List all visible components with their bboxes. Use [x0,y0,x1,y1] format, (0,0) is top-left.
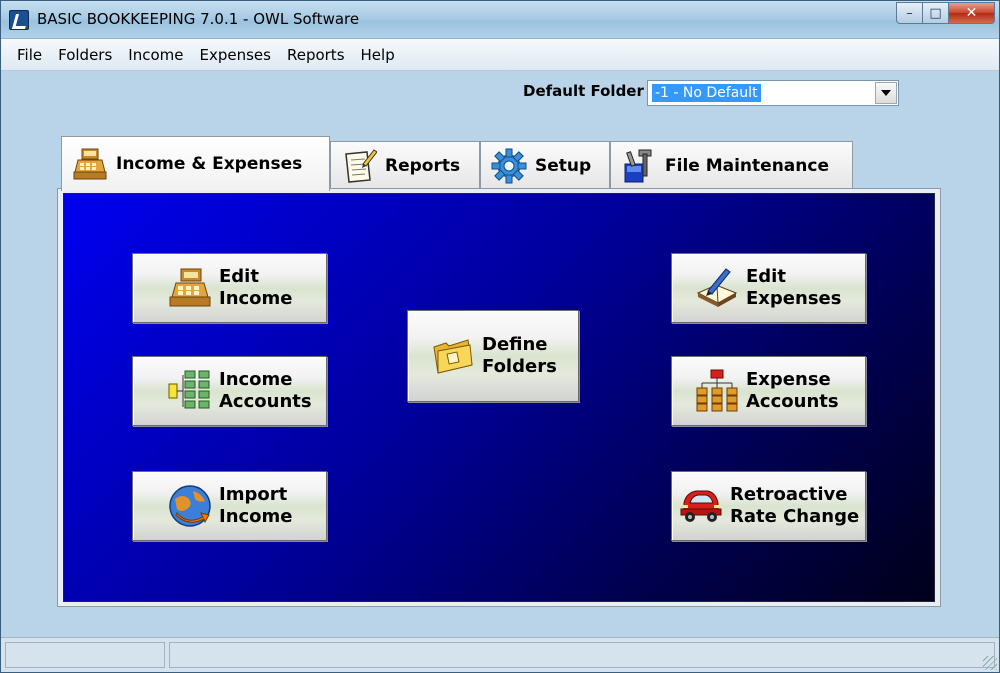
tree-icon [167,368,213,414]
retroactive-rate-change-button[interactable]: Retroactive Rate Change [671,471,866,541]
edit-income-button[interactable]: Edit Income [132,253,327,323]
import-income-line1: Import [219,484,288,505]
default-folder-select[interactable]: -1 - No Default [647,80,899,106]
car-icon [678,483,724,529]
define-folders-button[interactable]: Define Folders [407,310,579,402]
define-folders-line1: Define [482,334,548,355]
tab-reports-label: Reports [385,155,461,176]
menu-reports[interactable]: Reports [279,46,353,64]
retroactive-rate-change-label: Retroactive Rate Change [730,484,859,528]
globe-arrow-icon [167,483,213,529]
main-window: BASIC BOOKKEEPING 7.0.1 - OWL Software –… [0,0,1000,673]
resize-grip-icon[interactable] [983,656,997,670]
edit-expenses-line2: Expenses [746,288,842,309]
folder-icon [430,333,476,379]
minimize-button[interactable]: – [896,2,923,24]
tools-icon [621,148,657,184]
title-bar[interactable]: BASIC BOOKKEEPING 7.0.1 - OWL Software –… [1,1,999,39]
menu-income[interactable]: Income [120,46,191,64]
expense-accounts-line2: Accounts [746,391,839,412]
status-bar [1,637,999,672]
income-accounts-label: Income Accounts [219,369,312,413]
cash-register-icon [72,146,108,182]
import-income-button[interactable]: Import Income [132,471,327,541]
chevron-down-icon[interactable] [875,82,897,104]
define-folders-label: Define Folders [482,334,557,378]
menu-folders[interactable]: Folders [50,46,120,64]
import-income-line2: Income [219,506,293,527]
tab-income-expenses[interactable]: Income & Expenses [61,136,330,191]
menu-help[interactable]: Help [353,46,403,64]
income-accounts-button[interactable]: Income Accounts [132,356,327,426]
retroactive-line2: Rate Change [730,506,860,527]
menu-bar: File Folders Income Expenses Reports Hel… [1,39,999,71]
tab-reports[interactable]: Reports [330,141,480,189]
edit-expenses-button[interactable]: Edit Expenses [671,253,866,323]
cash-register-icon [167,265,213,311]
tab-file-maintenance-label: File Maintenance [665,155,829,176]
status-pane-right [169,642,995,668]
income-accounts-line2: Accounts [219,391,312,412]
tab-setup[interactable]: Setup [480,141,610,189]
default-folder-label: Default Folder [523,82,644,100]
expense-accounts-button[interactable]: Expense Accounts [671,356,866,426]
close-button[interactable]: ✕ [949,2,995,24]
expense-accounts-label: Expense Accounts [746,369,839,413]
tab-setup-label: Setup [535,155,592,176]
edit-income-line1: Edit [219,266,259,287]
menu-expenses[interactable]: Expenses [191,46,278,64]
default-folder-value: -1 - No Default [652,84,761,102]
org-chart-icon [694,368,740,414]
define-folders-line2: Folders [482,356,557,377]
tab-file-maintenance[interactable]: File Maintenance [610,141,853,189]
menu-file[interactable]: File [9,46,50,64]
tab-income-expenses-label: Income & Expenses [116,154,303,174]
edit-income-line2: Income [219,288,293,309]
status-pane-left [5,642,165,668]
edit-expenses-line1: Edit [746,266,786,287]
report-pencil-icon [341,148,377,184]
gear-icon [491,148,527,184]
caption-buttons: – □ ✕ [896,2,995,24]
import-income-label: Import Income [219,484,293,528]
window-title: BASIC BOOKKEEPING 7.0.1 - OWL Software [37,10,360,28]
edit-expenses-label: Edit Expenses [746,266,841,310]
edit-income-label: Edit Income [219,266,293,310]
app-logo-icon [9,10,29,30]
expense-accounts-line1: Expense [746,369,831,390]
income-accounts-line1: Income [219,369,293,390]
maximize-button[interactable]: □ [923,2,949,24]
retroactive-line1: Retroactive [730,484,848,505]
book-pen-icon [694,265,740,311]
